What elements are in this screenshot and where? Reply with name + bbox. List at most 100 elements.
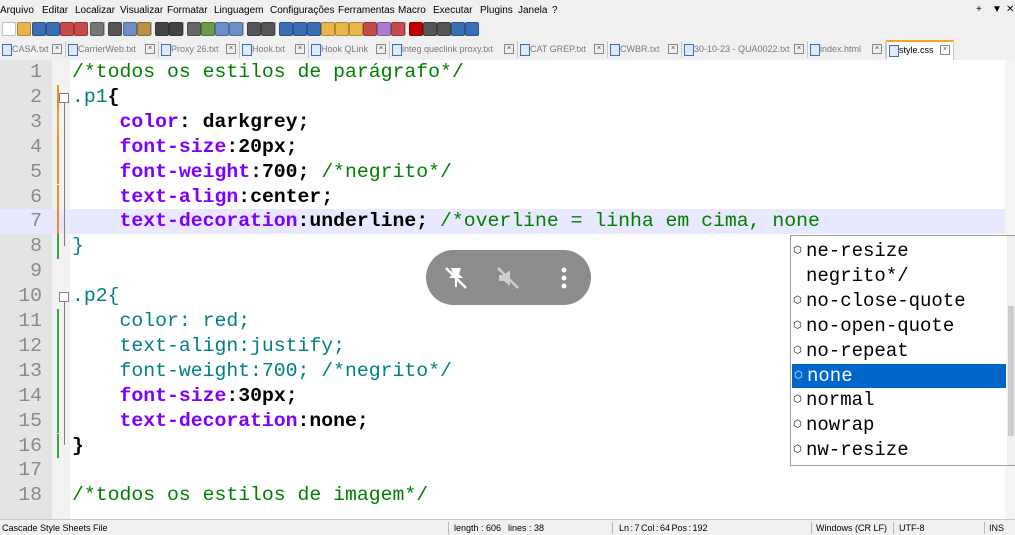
- autocomplete-item[interactable]: ⬡ no-open-quote: [791, 314, 1007, 339]
- copy-icon[interactable]: [123, 22, 137, 36]
- tab-close-icon[interactable]: ×: [794, 44, 804, 54]
- func-list-icon[interactable]: [349, 22, 363, 36]
- zoom-in-icon[interactable]: [215, 22, 229, 36]
- tab-30-10-23-qua0022-txt[interactable]: 30-10-23 - QUA0022.txt ×: [682, 41, 808, 58]
- autocomplete-label: ne-resize: [806, 240, 909, 262]
- autocomplete-item[interactable]: ⬡ none: [792, 363, 1006, 389]
- tab-close-icon[interactable]: ×: [504, 44, 514, 54]
- menu-editar[interactable]: Editar: [42, 5, 68, 16]
- zoom-out-icon[interactable]: [229, 22, 243, 36]
- menu-localizar[interactable]: Localizar: [75, 5, 115, 16]
- save-icon[interactable]: [32, 22, 46, 36]
- menu-executar[interactable]: Executar: [433, 5, 472, 16]
- code-line[interactable]: 5 font-weight:700; /*negrito*/: [0, 160, 1015, 185]
- tab-close-icon[interactable]: ×: [145, 44, 155, 54]
- paste-icon[interactable]: [137, 22, 151, 36]
- autocomplete-item[interactable]: ⬡ nowrap: [791, 413, 1007, 438]
- sync-v-icon[interactable]: [247, 22, 261, 36]
- find-icon[interactable]: [187, 22, 201, 36]
- tab-carrierweb-txt[interactable]: CarrierWeb.txt ×: [66, 41, 159, 58]
- autocomplete-item[interactable]: ⬡ nw-resize: [791, 438, 1007, 463]
- menu-help[interactable]: ?: [552, 5, 558, 16]
- tab-hook-qlink[interactable]: Hook QLink ×: [309, 41, 390, 58]
- autocomplete-item[interactable]: ⬡ normal: [791, 388, 1007, 413]
- tab-close-icon[interactable]: ×: [376, 44, 386, 54]
- save-macro-icon[interactable]: [465, 22, 479, 36]
- tab-cat-grep-txt[interactable]: CAT GREP.txt ×: [518, 41, 608, 58]
- all-chars-icon[interactable]: [293, 22, 307, 36]
- autocomplete-scroll-thumb[interactable]: [1008, 306, 1014, 436]
- tab-close-icon[interactable]: ×: [594, 44, 604, 54]
- indent-guide-icon[interactable]: [307, 22, 321, 36]
- tab-close-icon[interactable]: ×: [940, 45, 950, 55]
- autocomplete-item[interactable]: ⬡ no-repeat: [791, 339, 1007, 364]
- change-marker: [57, 358, 59, 384]
- undo-icon[interactable]: [155, 22, 169, 36]
- menu-ferramentas[interactable]: Ferramentas: [338, 5, 395, 16]
- sync-h-icon[interactable]: [261, 22, 275, 36]
- tab-casa-txt[interactable]: CASA.txt ×: [0, 41, 66, 58]
- close-icon[interactable]: [60, 22, 74, 36]
- autocomplete-list[interactable]: ⬡ ne-resize negrito*/ ⬡ no-close-quote ⬡ no-op…: [790, 235, 1015, 466]
- autocomplete-item[interactable]: ⬡ no-close-quote: [791, 289, 1007, 314]
- code-line[interactable]: 2 .p1{: [0, 85, 1015, 110]
- toolbar-separator: [104, 22, 105, 35]
- change-marker: [57, 333, 59, 359]
- lang-icon[interactable]: [321, 22, 335, 36]
- close-all-icon[interactable]: [74, 22, 88, 36]
- record-icon[interactable]: [409, 22, 423, 36]
- new-window-icon[interactable]: +: [976, 4, 982, 15]
- tab-index-html[interactable]: index.html ×: [808, 41, 886, 58]
- tab-close-icon[interactable]: ×: [52, 44, 62, 54]
- code-line[interactable]: 6 text-align:center;: [0, 185, 1015, 210]
- close-window-icon[interactable]: ✕: [1006, 4, 1014, 15]
- cut-icon[interactable]: [108, 22, 122, 36]
- code-line[interactable]: 1 /*todos os estilos de parágrafo*/: [0, 60, 1015, 85]
- menu-macro[interactable]: Macro: [398, 5, 426, 16]
- tab-close-icon[interactable]: ×: [226, 44, 236, 54]
- print-icon[interactable]: [90, 22, 104, 36]
- menu-visualizar[interactable]: Visualizar: [120, 5, 163, 16]
- more-vertical-icon[interactable]: [550, 264, 578, 292]
- pin-off-icon[interactable]: [442, 264, 470, 292]
- stop-icon[interactable]: [423, 22, 437, 36]
- code-line[interactable]: 7 text-decoration:underline; /*overline …: [0, 209, 1015, 235]
- doc-map-icon[interactable]: [335, 22, 349, 36]
- tab-style-css[interactable]: style.css ×: [886, 40, 954, 61]
- autocomplete-scrollbar[interactable]: [1007, 236, 1015, 465]
- wrap-icon[interactable]: [279, 22, 293, 36]
- menu-arquivo[interactable]: Arquivo: [0, 5, 34, 16]
- tab-integ-queclink-proxy-txt[interactable]: integ queclink proxy.txt ×: [390, 41, 518, 58]
- play-multi-icon[interactable]: [451, 22, 465, 36]
- menu-plugins[interactable]: Plugins: [480, 5, 513, 16]
- menu-configura-es[interactable]: Configurações: [270, 5, 334, 16]
- play-icon[interactable]: [437, 22, 451, 36]
- new-file-icon[interactable]: [2, 22, 16, 36]
- menu-linguagem[interactable]: Linguagem: [214, 5, 263, 16]
- save-all-icon[interactable]: [46, 22, 60, 36]
- tab-close-icon[interactable]: ×: [295, 44, 305, 54]
- monitor-icon[interactable]: [377, 22, 391, 36]
- tab-close-icon[interactable]: ×: [872, 44, 882, 54]
- tab-proxy-26-txt[interactable]: Proxy 26.txt ×: [159, 41, 240, 58]
- code-line[interactable]: 3 color: darkgrey;: [0, 110, 1015, 135]
- tab-cwbr-txt[interactable]: CWBR.txt ×: [608, 41, 682, 58]
- redo-icon[interactable]: [169, 22, 183, 36]
- code-line[interactable]: 4 font-size:20px;: [0, 135, 1015, 160]
- fold-toggle-icon[interactable]: [59, 92, 69, 103]
- tab-close-icon[interactable]: ×: [668, 44, 678, 54]
- volume-off-icon[interactable]: [494, 264, 522, 292]
- folder-ws-icon[interactable]: [363, 22, 377, 36]
- menu-formatar[interactable]: Formatar: [167, 5, 208, 16]
- open-file-icon[interactable]: [17, 22, 31, 36]
- menu-janela[interactable]: Janela: [518, 5, 547, 16]
- fx-icon[interactable]: [391, 22, 405, 36]
- replace-icon[interactable]: [201, 22, 215, 36]
- tab-hook-txt[interactable]: Hook.txt ×: [240, 41, 309, 58]
- fold-toggle-icon[interactable]: [59, 292, 69, 303]
- autocomplete-item[interactable]: ⬡ ne-resize: [791, 239, 1007, 264]
- dropdown-icon[interactable]: ▼: [992, 4, 1002, 15]
- code-line[interactable]: 18 /*todos os estilos de imagem*/: [0, 483, 1015, 508]
- code-text: text-align:center;: [72, 185, 333, 210]
- autocomplete-item[interactable]: negrito*/: [791, 264, 1007, 289]
